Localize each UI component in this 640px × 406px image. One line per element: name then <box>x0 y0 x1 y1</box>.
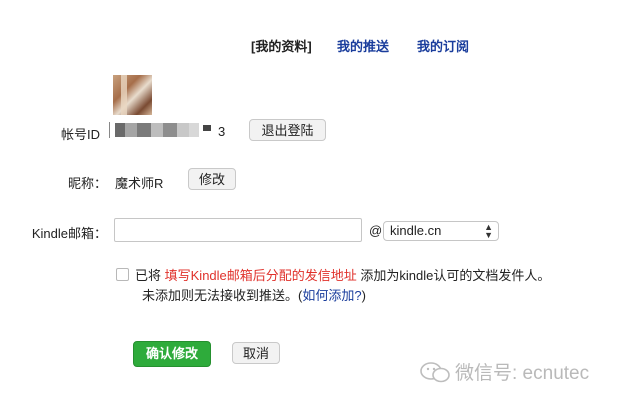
text-cursor <box>109 122 110 138</box>
notice-highlight: 填写Kindle邮箱后分配的发信地址 <box>164 268 357 283</box>
wechat-icon <box>420 362 450 383</box>
edit-nickname-button[interactable]: 修改 <box>188 168 236 190</box>
notice-line2-text: 未添加则无法接收到推送。( <box>142 288 303 303</box>
at-symbol: @ <box>369 223 383 238</box>
account-id-suffix: 3 <box>218 124 226 139</box>
avatar-highlight <box>121 75 127 115</box>
notice-line-1: 已将 填写Kindle邮箱后分配的发信地址 添加为kindle认可的文档发件人。 <box>135 266 550 286</box>
notice-prefix: 已将 <box>135 268 162 283</box>
nickname-label: 昵称： <box>67 176 107 191</box>
watermark-text: 微信号: ecnutec <box>455 363 590 384</box>
how-to-add-link[interactable]: 如何添加? <box>302 288 361 303</box>
cancel-button[interactable]: 取消 <box>232 342 280 364</box>
account-id-masked-value <box>115 123 211 137</box>
nav-push-link[interactable]: 我的推送 <box>337 36 389 55</box>
kindle-domain-selected: kindle.cn <box>390 223 442 238</box>
nav-subscriptions-link[interactable]: 我的订阅 <box>417 36 469 55</box>
notice-line2-end: ) <box>361 288 366 303</box>
sender-notice: 已将 填写Kindle邮箱后分配的发信地址 添加为kindle认可的文档发件人。… <box>135 266 550 306</box>
sender-added-checkbox[interactable] <box>116 268 129 281</box>
logout-button[interactable]: 退出登陆 <box>249 119 326 141</box>
notice-line-2: 未添加则无法接收到推送。(如何添加?) <box>135 286 550 306</box>
nickname-value: 魔术师R <box>115 176 164 191</box>
kindle-email-label: Kindle邮箱： <box>31 226 107 241</box>
avatar <box>113 75 152 115</box>
kindle-domain-select[interactable]: kindle.cn ▲ ▼ <box>383 221 499 241</box>
kindle-email-input[interactable] <box>114 218 362 242</box>
notice-suffix: 添加为kindle认可的文档发件人。 <box>360 268 551 283</box>
nav-profile-current: [我的资料] <box>251 39 312 54</box>
confirm-button[interactable]: 确认修改 <box>133 341 211 367</box>
account-id-label: 帐号ID <box>60 127 100 142</box>
select-arrows-icon: ▲ ▼ <box>484 222 493 240</box>
